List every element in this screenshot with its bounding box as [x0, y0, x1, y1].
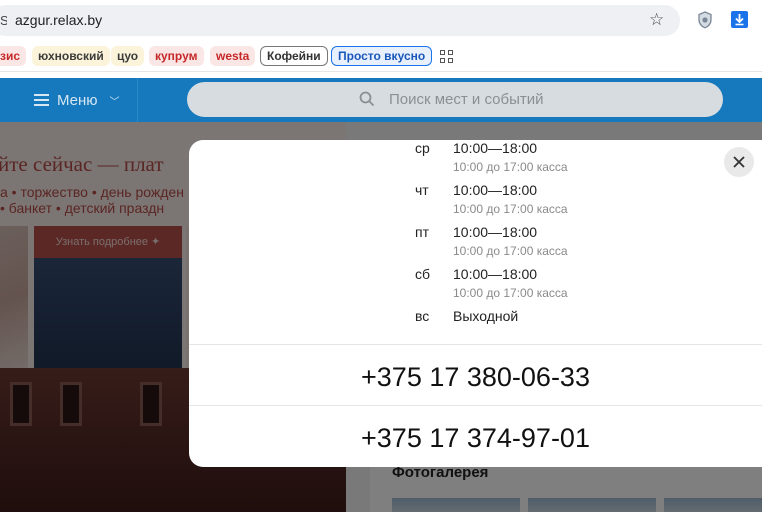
header-divider: [137, 78, 138, 122]
schedule-row: сб 10:00—18:00 10:00 до 17:00 касса: [189, 266, 762, 308]
divider: [189, 405, 762, 406]
download-icon[interactable]: [731, 11, 748, 28]
chevron-down-icon: ﹀: [109, 96, 120, 108]
schedule-hours: 10:00—18:00: [453, 182, 538, 198]
url-text[interactable]: azgur.relax.by: [15, 12, 102, 28]
schedule-hours: 10:00—18:00: [453, 266, 538, 282]
schedule-day: чт: [415, 182, 429, 198]
bookmark-folder-coffee[interactable]: Кофейни: [260, 46, 328, 66]
bookmark-folder-prosto-vkusno[interactable]: Просто вкусно: [331, 46, 433, 66]
schedule-row: ср 10:00—18:00 10:00 до 17:00 касса: [189, 140, 762, 182]
search-input[interactable]: Поиск мест и событий: [187, 82, 723, 117]
schedule-row: пт 10:00—18:00 10:00 до 17:00 касса: [189, 224, 762, 266]
bookmark-yukhnovsky[interactable]: юхновский: [32, 46, 110, 66]
bookmark-tsuo[interactable]: цуо: [111, 46, 145, 66]
menu-label: Меню: [57, 91, 98, 109]
browser-toolbar: S azgur.relax.by ☆: [0, 0, 762, 42]
site-info-icon[interactable]: S: [0, 13, 7, 27]
schedule-day: сб: [415, 266, 431, 282]
bookmark-star-icon[interactable]: ☆: [649, 10, 664, 30]
shield-icon[interactable]: [697, 11, 713, 29]
schedule-hours: Выходной: [453, 308, 519, 324]
schedule-day: пт: [415, 224, 429, 240]
phone-number-1[interactable]: +375 17 380-06-33: [189, 362, 762, 393]
schedule-note: 10:00 до 17:00 касса: [453, 286, 568, 300]
schedule-note: 10:00 до 17:00 касса: [453, 160, 568, 174]
bookmark-kuprum[interactable]: купрум: [149, 46, 204, 66]
bookmarks-bar: зис юхновский цуо купрум westa Кофейни П…: [0, 42, 762, 72]
schedule-hours: 10:00—18:00: [453, 140, 538, 156]
divider: [189, 344, 762, 345]
bookmark-zis[interactable]: зис: [0, 46, 27, 66]
apps-grid-icon[interactable]: [440, 50, 454, 64]
menu-button[interactable]: Меню ﹀: [34, 90, 120, 110]
schedule-note: 10:00 до 17:00 касса: [453, 244, 568, 258]
schedule-note: 10:00 до 17:00 касса: [453, 202, 568, 216]
site-header: Меню ﹀ Поиск мест и событий: [0, 78, 762, 122]
schedule-hours: 10:00—18:00: [453, 224, 538, 240]
contacts-modal: ср 10:00—18:00 10:00 до 17:00 касса чт 1…: [189, 140, 762, 467]
search-icon: [359, 91, 375, 107]
hamburger-icon: [34, 94, 49, 106]
schedule-day: ср: [415, 140, 430, 156]
schedule-row: чт 10:00—18:00 10:00 до 17:00 касса: [189, 182, 762, 224]
bookmark-westa[interactable]: westa: [210, 46, 256, 66]
search-placeholder: Поиск мест и событий: [389, 91, 544, 108]
phone-number-2[interactable]: +375 17 374-97-01: [189, 423, 762, 454]
schedule-day: вс: [415, 308, 430, 324]
